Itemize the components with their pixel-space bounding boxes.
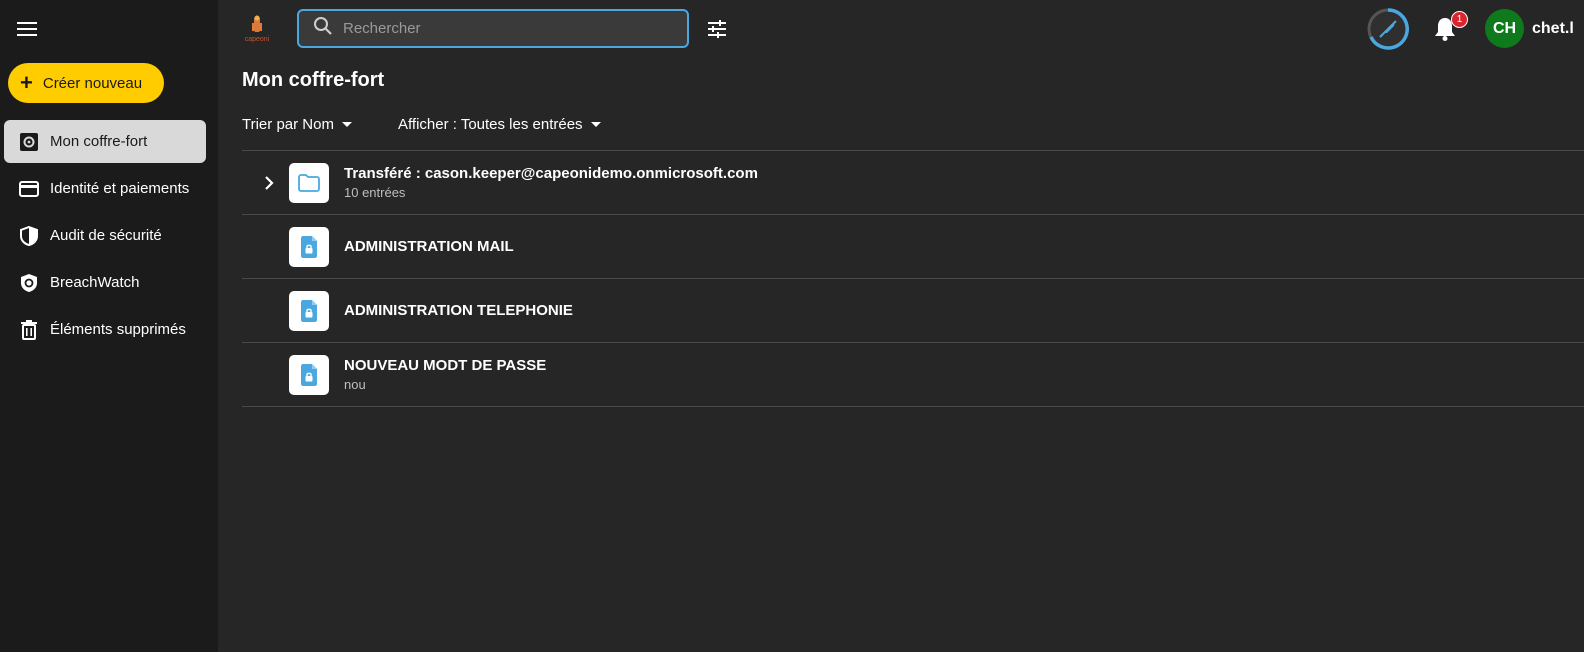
create-new-button[interactable]: + Créer nouveau (8, 63, 164, 103)
app: + Créer nouveau Mon coffre-fort Identité… (0, 0, 1584, 652)
show-filter-dropdown[interactable]: Afficher : Toutes les entrées (398, 116, 601, 133)
list-item-text: Transféré : cason.keeper@capeonidemo.onm… (344, 165, 758, 200)
list-item-text: ADMINISTRATION MAIL (344, 238, 514, 255)
list-item-text: NOUVEAU MODT DE PASSE nou (344, 357, 546, 392)
sidebar-item-breachwatch[interactable]: BreachWatch (4, 261, 206, 304)
vault-record-list: Transféré : cason.keeper@capeonidemo.onm… (242, 150, 1584, 407)
caret-down-icon (341, 122, 352, 127)
sidebar-item-label: BreachWatch (50, 274, 140, 291)
folder-icon (289, 162, 329, 203)
sidebar-item-label: Mon coffre-fort (50, 133, 148, 150)
plus-icon: + (20, 70, 33, 95)
sidebar-item-vault[interactable]: Mon coffre-fort (4, 120, 206, 163)
list-item-title: ADMINISTRATION TELEPHONIE (344, 302, 573, 319)
search-box[interactable] (297, 9, 689, 48)
list-item-subtitle: 10 entrées (344, 185, 406, 200)
sidebar-nav: Mon coffre-fort Identité et paiements Au… (4, 120, 206, 355)
page-title: Mon coffre-fort (242, 69, 385, 91)
shield-icon (18, 225, 40, 247)
sort-dropdown-label: Trier par Nom (242, 116, 334, 133)
caret-down-icon (590, 122, 601, 127)
list-item-record[interactable]: ADMINISTRATION TELEPHONIE (242, 278, 1584, 342)
capeoni-logo[interactable]: capeoni (240, 12, 274, 46)
sidebar-item-security-audit[interactable]: Audit de sécurité (4, 214, 206, 257)
user-name[interactable]: chet.l (1532, 20, 1584, 38)
user-avatar[interactable]: CH (1485, 9, 1524, 48)
sidebar: + Créer nouveau Mon coffre-fort Identité… (0, 0, 218, 652)
sidebar-item-label: Éléments supprimés (50, 321, 186, 338)
credit-card-icon (18, 178, 40, 200)
search-icon (313, 16, 333, 41)
sidebar-item-identity-payments[interactable]: Identité et paiements (4, 167, 206, 210)
rocket-progress-icon[interactable] (1367, 8, 1409, 50)
sidebar-item-label: Identité et paiements (50, 180, 190, 197)
list-item-folder[interactable]: Transféré : cason.keeper@capeonidemo.onm… (242, 150, 1584, 214)
record-lock-icon (289, 354, 329, 395)
show-filter-label: Afficher : Toutes les entrées (398, 116, 583, 133)
logo-icon (252, 15, 262, 32)
filter-settings-icon[interactable] (705, 17, 729, 41)
create-new-label: Créer nouveau (42, 74, 143, 92)
sort-filter-bar: Trier par Nom Afficher : Toutes les entr… (242, 116, 601, 133)
menu-icon[interactable] (16, 18, 38, 40)
search-input[interactable] (343, 20, 687, 37)
list-item-title: NOUVEAU MODT DE PASSE (344, 357, 547, 374)
record-lock-icon (289, 290, 329, 331)
sidebar-item-label: Audit de sécurité (50, 227, 162, 244)
list-item-title: Transféré : cason.keeper@capeonidemo.onm… (344, 165, 758, 182)
sort-dropdown[interactable]: Trier par Nom (242, 116, 398, 133)
breachwatch-icon (18, 272, 40, 294)
list-item-record[interactable]: NOUVEAU MODT DE PASSE nou (242, 342, 1584, 407)
record-lock-icon (289, 226, 329, 267)
list-item-text: ADMINISTRATION TELEPHONIE (344, 302, 573, 319)
list-item-title: ADMINISTRATION MAIL (344, 238, 514, 255)
sidebar-item-deleted[interactable]: Éléments supprimés (4, 308, 206, 351)
list-item-subtitle: nou (344, 377, 366, 392)
logo-text: capeoni (244, 36, 270, 43)
chevron-right-icon[interactable] (262, 175, 276, 190)
vault-icon (18, 131, 40, 153)
trash-icon (18, 319, 40, 341)
notification-badge: 1 (1451, 11, 1468, 28)
list-item-record[interactable]: ADMINISTRATION MAIL (242, 214, 1584, 278)
